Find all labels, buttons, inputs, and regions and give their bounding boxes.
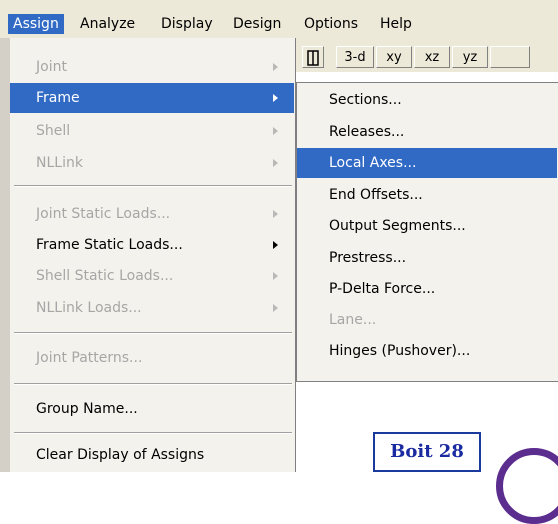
menu-stripe	[0, 38, 10, 472]
more-view-button[interactable]	[490, 46, 530, 68]
menu-item-clear-display[interactable]: Clear Display of Assigns	[10, 440, 294, 470]
submenu-item-p-delta-force[interactable]: P-Delta Force...	[297, 274, 557, 304]
boit-label-box: Boit 28	[373, 432, 481, 472]
menu-design[interactable]: Design	[228, 14, 286, 34]
frame-submenu: Sections... Releases... Local Axes... En…	[296, 82, 558, 382]
submenu-item-local-axes[interactable]: Local Axes...	[297, 148, 557, 178]
submenu-item-prestress[interactable]: Prestress...	[297, 243, 557, 273]
menu-separator	[14, 432, 292, 434]
menu-separator	[14, 383, 292, 385]
menu-item-frame[interactable]: Frame	[10, 83, 294, 113]
view-yz-button[interactable]: yz	[452, 46, 488, 68]
menu-item-joint-static-loads[interactable]: Joint Static Loads...	[10, 199, 294, 229]
menu-item-shell-static-loads[interactable]: Shell Static Loads...	[10, 261, 294, 291]
submenu-item-hinges-pushover[interactable]: Hinges (Pushover)...	[297, 336, 557, 366]
submenu-item-releases[interactable]: Releases...	[297, 117, 557, 147]
toolbar: 3-d xy xz yz	[296, 38, 558, 72]
view-xz-button[interactable]: xz	[414, 46, 450, 68]
menu-item-nllink[interactable]: NLLink	[10, 148, 294, 178]
menu-item-group-name[interactable]: Group Name...	[10, 394, 294, 424]
menu-options[interactable]: Options	[299, 14, 363, 34]
menu-help[interactable]: Help	[375, 14, 417, 34]
menu-separator	[14, 185, 292, 187]
submenu-arrow-icon	[273, 94, 278, 102]
menu-item-frame-static-loads[interactable]: Frame Static Loads...	[10, 230, 294, 260]
menu-item-joint[interactable]: Joint	[10, 52, 294, 82]
assign-menu: Joint Frame Shell NLLink Joint Static Lo…	[0, 38, 296, 472]
submenu-arrow-icon	[273, 304, 278, 312]
frame-view-icon[interactable]	[302, 46, 324, 68]
submenu-item-end-offsets[interactable]: End Offsets...	[297, 180, 557, 210]
menu-display[interactable]: Display	[156, 14, 218, 34]
submenu-item-lane[interactable]: Lane...	[297, 305, 557, 335]
decorative-circle	[496, 448, 558, 524]
submenu-item-output-segments[interactable]: Output Segments...	[297, 211, 557, 241]
submenu-arrow-icon	[273, 272, 278, 280]
submenu-arrow-icon	[273, 159, 278, 167]
menu-item-nllink-loads[interactable]: NLLink Loads...	[10, 293, 294, 323]
submenu-item-sections[interactable]: Sections...	[297, 85, 557, 115]
menu-item-shell[interactable]: Shell	[10, 116, 294, 146]
submenu-arrow-icon	[273, 241, 278, 249]
submenu-arrow-icon	[273, 63, 278, 71]
submenu-arrow-icon	[273, 127, 278, 135]
view-xy-button[interactable]: xy	[376, 46, 412, 68]
menu-analyze[interactable]: Analyze	[75, 14, 140, 34]
menu-bar: Assign Analyze Display Design Options He…	[0, 0, 558, 39]
view-3d-button[interactable]: 3-d	[336, 46, 374, 68]
submenu-arrow-icon	[273, 210, 278, 218]
menu-item-joint-patterns[interactable]: Joint Patterns...	[10, 343, 294, 373]
menu-separator	[14, 332, 292, 334]
menu-assign[interactable]: Assign	[8, 14, 64, 34]
